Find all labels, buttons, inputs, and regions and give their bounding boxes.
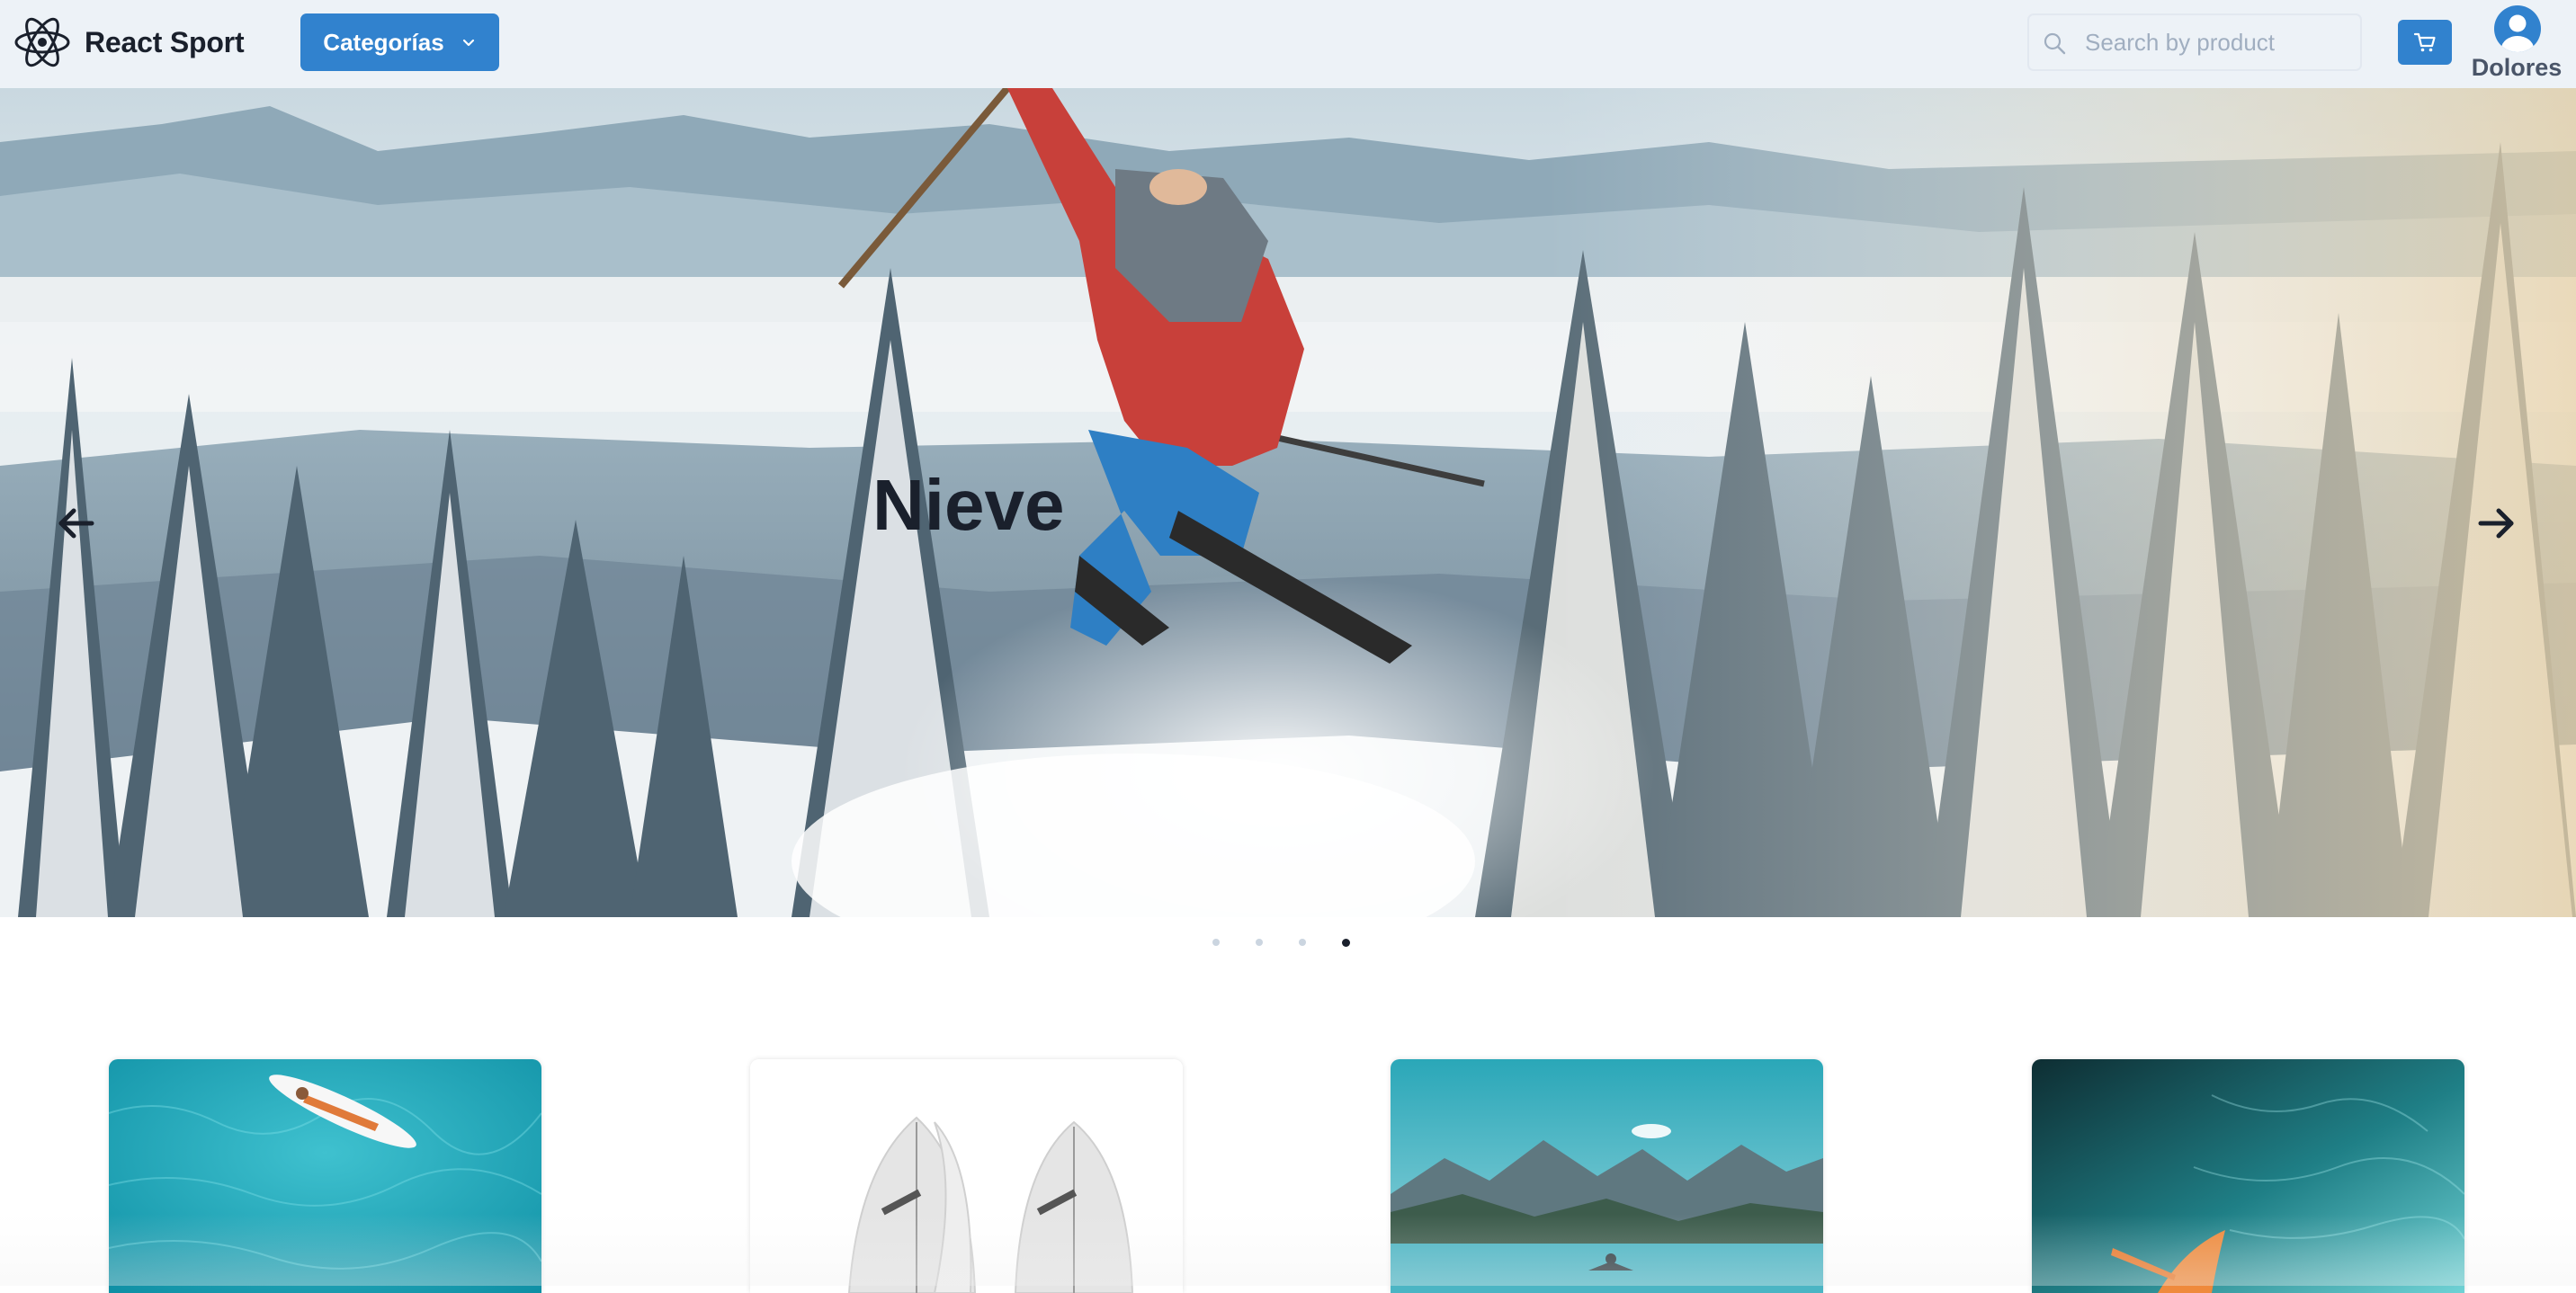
brand-name: React Sport [85,25,245,58]
carousel-dot-1[interactable] [1212,939,1220,946]
slide-title: Nieve [872,465,1065,545]
hero-ski-image [0,88,2576,917]
arrow-right-icon [2478,508,2514,539]
carousel-dot-2[interactable] [1256,939,1263,946]
carousel-dot-3[interactable] [1299,939,1306,946]
category-card[interactable] [750,1059,1183,1293]
user-avatar-icon [2494,5,2541,52]
cart-button[interactable] [2398,20,2452,65]
brand-link[interactable]: React Sport [13,13,245,72]
carousel-indicators [1212,939,1350,947]
carousel-dot-4[interactable] [1342,939,1350,947]
react-atom-icon [14,17,70,67]
categories-menu-button[interactable]: Categorías [300,13,499,71]
search-box [2027,13,2362,71]
search-icon [2044,32,2066,55]
hero-carousel: Nieve [0,88,2576,917]
category-card[interactable] [2032,1059,2464,1293]
chevron-down-icon [462,39,474,47]
arrow-left-icon [58,508,94,539]
search-input[interactable] [2085,22,2355,62]
categories-button-label: Categorías [323,28,444,56]
top-navbar: React Sport Categorías Dolores [0,0,2576,88]
mountain-lake-kayak-image [1391,1059,1823,1293]
category-card[interactable] [109,1059,541,1293]
cart-icon [2413,32,2436,52]
category-card[interactable] [1391,1059,1823,1293]
carousel-next-button[interactable] [2468,495,2526,552]
orange-kayak-on-water-image [2032,1059,2464,1293]
white-surfboards-image [750,1059,1183,1293]
user-menu[interactable]: Dolores [2464,4,2569,81]
user-name: Dolores [2471,54,2563,81]
surfer-on-turquoise-water-image [109,1059,541,1293]
carousel-prev-button[interactable] [47,495,104,552]
